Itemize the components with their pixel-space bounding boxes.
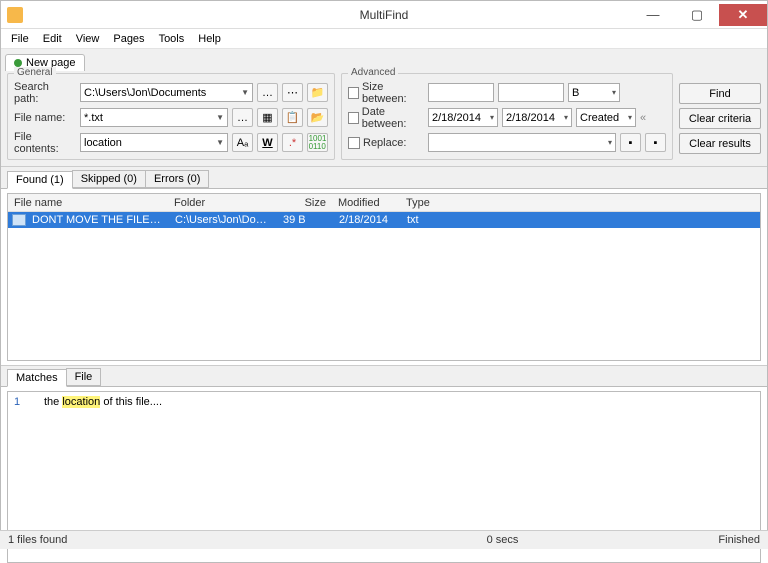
cell-folder: C:\Users\Jon\Document... — [169, 214, 277, 226]
contents-regex-button[interactable]: .* — [282, 133, 303, 152]
result-tab-strip: Found (1) Skipped (0) Errors (0) — [1, 167, 767, 189]
table-row[interactable]: DONT MOVE THE FILE.txt C:\Users\Jon\Docu… — [8, 212, 760, 228]
criteria-area: General Search path: C:\Users\Jon\Docume… — [1, 71, 767, 167]
filename-history-button[interactable]: … — [232, 108, 253, 127]
app-icon — [7, 7, 23, 23]
date-field-select[interactable]: Created▾ — [576, 108, 636, 127]
filename-presets-button[interactable]: ▦ — [257, 108, 278, 127]
general-panel: General Search path: C:\Users\Jon\Docume… — [7, 73, 335, 160]
col-size[interactable]: Size — [276, 197, 332, 209]
file-name-input[interactable]: *.txt▼ — [80, 108, 228, 127]
menu-pages[interactable]: Pages — [107, 31, 150, 47]
minimize-button[interactable]: — — [631, 4, 675, 26]
match-text: the location of this file.... — [44, 396, 162, 408]
close-button[interactable]: ✕ — [719, 4, 767, 26]
dropdown-icon: ▼ — [216, 113, 224, 122]
tab-skipped[interactable]: Skipped (0) — [72, 170, 146, 188]
replace-apply-button[interactable]: ▪ — [645, 133, 666, 152]
replace-label: Replace: — [363, 137, 406, 149]
search-path-input[interactable]: C:\Users\Jon\Documents▼ — [80, 83, 253, 102]
find-button[interactable]: Find — [679, 83, 761, 104]
size-between-checkbox[interactable] — [348, 87, 359, 99]
advanced-panel: Advanced Size between: B▾ Date between: … — [341, 73, 673, 160]
size-from-input[interactable] — [428, 83, 494, 102]
status-elapsed: 0 secs — [487, 534, 519, 546]
date-between-label: Date between: — [362, 106, 424, 130]
dropdown-icon: ▼ — [216, 138, 224, 147]
cell-type: txt — [401, 214, 449, 226]
menu-tools[interactable]: Tools — [153, 31, 191, 47]
clear-results-button[interactable]: Clear results — [679, 133, 761, 154]
maximize-button[interactable]: ▢ — [675, 4, 719, 26]
status-files-found: 1 files found — [8, 534, 67, 546]
tab-file[interactable]: File — [66, 368, 102, 386]
menu-view[interactable]: View — [70, 31, 106, 47]
status-state: Finished — [718, 534, 760, 546]
file-icon — [12, 214, 26, 226]
menu-help[interactable]: Help — [192, 31, 227, 47]
tab-errors[interactable]: Errors (0) — [145, 170, 209, 188]
action-buttons: Find Clear criteria Clear results — [679, 73, 761, 160]
contents-word-button[interactable]: W — [257, 133, 278, 152]
path-subdirs-button[interactable]: ⋯ — [282, 83, 303, 102]
replace-preview-button[interactable]: ▪ — [620, 133, 641, 152]
tab-found[interactable]: Found (1) — [7, 171, 73, 189]
file-name-label: File name: — [14, 112, 76, 124]
cell-filename: DONT MOVE THE FILE.txt — [26, 214, 169, 226]
date-from-input[interactable]: 2/18/2014▾ — [428, 108, 498, 127]
general-legend: General — [14, 67, 56, 78]
cell-modified: 2/18/2014 — [333, 214, 401, 226]
size-between-label: Size between: — [362, 81, 424, 105]
contents-binary-button[interactable]: 10010110 — [307, 133, 328, 152]
results-header[interactable]: File name Folder Size Modified Type — [8, 194, 760, 212]
cell-size: 39 B — [277, 214, 333, 226]
replace-input[interactable]: ▾ — [428, 133, 616, 152]
filename-folder-button[interactable]: 📂 — [307, 108, 328, 127]
window-title: MultiFind — [360, 8, 409, 22]
col-modified[interactable]: Modified — [332, 197, 400, 209]
advanced-legend: Advanced — [348, 67, 398, 78]
date-between-checkbox[interactable] — [348, 112, 359, 124]
menu-file[interactable]: File — [5, 31, 35, 47]
clear-criteria-button[interactable]: Clear criteria — [679, 108, 761, 129]
match-line[interactable]: 1 the location of this file.... — [14, 396, 754, 408]
file-contents-label: File contents: — [14, 131, 76, 155]
browse-folder-button[interactable]: 📁 — [307, 83, 328, 102]
date-to-input[interactable]: 2/18/2014▾ — [502, 108, 572, 127]
match-line-number: 1 — [14, 396, 24, 408]
tab-matches[interactable]: Matches — [7, 369, 67, 387]
contents-case-button[interactable]: Aₐ — [232, 133, 253, 152]
col-filename[interactable]: File name — [8, 197, 168, 209]
file-contents-input[interactable]: location▼ — [80, 133, 228, 152]
col-folder[interactable]: Folder — [168, 197, 276, 209]
filename-copy-button[interactable]: 📋 — [282, 108, 303, 127]
replace-checkbox[interactable] — [348, 137, 360, 149]
title-bar: MultiFind — ▢ ✕ — [1, 1, 767, 29]
search-path-label: Search path: — [14, 81, 76, 105]
size-unit-select[interactable]: B▾ — [568, 83, 620, 102]
status-bar: 1 files found 0 secs Finished — [0, 530, 768, 549]
results-list[interactable]: File name Folder Size Modified Type DONT… — [7, 193, 761, 361]
status-dot-icon — [14, 59, 22, 67]
menu-bar: File Edit View Pages Tools Help — [1, 29, 767, 49]
match-highlight: location — [62, 396, 100, 408]
col-type[interactable]: Type — [400, 197, 448, 209]
menu-edit[interactable]: Edit — [37, 31, 68, 47]
path-history-button[interactable]: … — [257, 83, 278, 102]
size-to-input[interactable] — [498, 83, 564, 102]
match-tab-strip: Matches File — [1, 365, 767, 387]
date-backref-label: « — [640, 112, 646, 124]
dropdown-icon: ▼ — [241, 88, 249, 97]
